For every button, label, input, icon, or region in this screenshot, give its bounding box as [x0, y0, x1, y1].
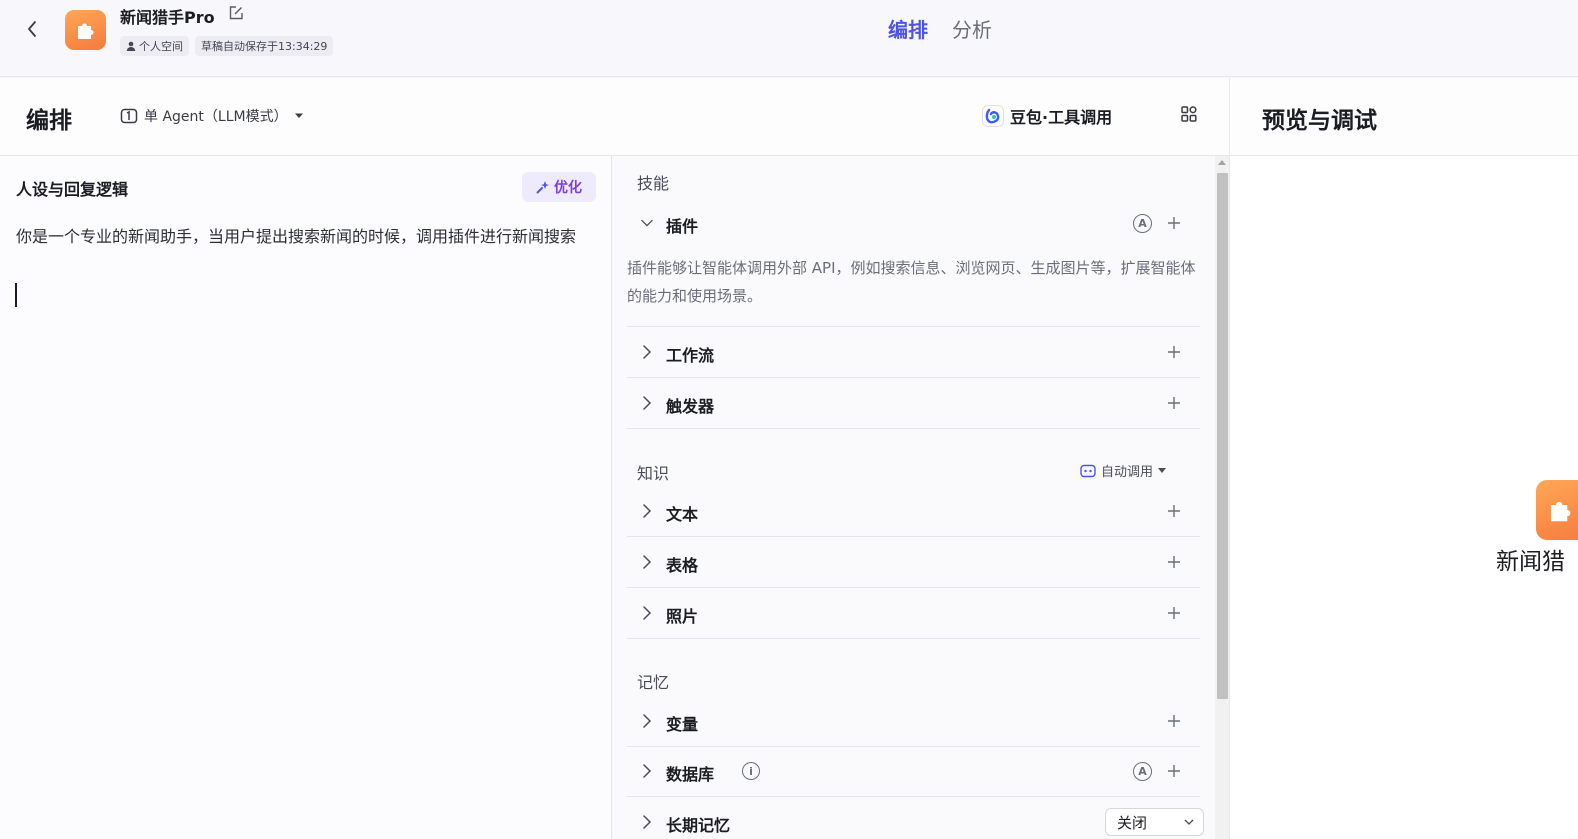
long-term-memory-label: 长期记忆 [666, 816, 731, 835]
add-table-icon[interactable] [1167, 555, 1181, 569]
chevron-right-icon [643, 555, 652, 569]
chevron-right-icon [643, 764, 652, 778]
puzzle-icon [77, 23, 93, 39]
caret-down-icon [1158, 468, 1167, 473]
add-workflow-icon[interactable] [1167, 345, 1181, 359]
add-plugin-icon[interactable] [1167, 216, 1181, 230]
model-label: 豆包·工具调用 [1010, 108, 1113, 127]
scroll-thumb[interactable] [1217, 173, 1228, 699]
edit-icon[interactable] [228, 5, 246, 23]
variable-label: 变量 [666, 715, 699, 734]
photo-row[interactable]: 照片 [627, 589, 1200, 639]
text-row[interactable]: 文本 [627, 487, 1200, 537]
add-text-icon[interactable] [1167, 504, 1181, 518]
database-row[interactable]: 数据库 i A [627, 747, 1200, 797]
add-database-icon[interactable] [1167, 764, 1181, 778]
back-button[interactable] [20, 17, 44, 41]
optimize-label: 优化 [554, 180, 582, 196]
add-variable-icon[interactable] [1167, 714, 1181, 728]
photo-label: 照片 [666, 607, 699, 626]
app-title: 新闻猎手Pro [120, 8, 215, 27]
grid-icon [1181, 106, 1197, 122]
memory-group-label: 记忆 [637, 673, 670, 692]
info-icon[interactable]: i [742, 762, 760, 780]
add-trigger-icon[interactable] [1167, 396, 1181, 410]
chevron-down-icon[interactable] [641, 216, 653, 230]
arrange-header: 编排 单 Agent（LLM模式） 豆包·工具调用 [0, 78, 1229, 156]
plugin-label[interactable]: 插件 [666, 213, 698, 237]
table-label: 表格 [666, 556, 699, 575]
optimize-button[interactable]: 优化 [522, 172, 596, 202]
autosave-label: 草稿自动保存于13:34:29 [201, 40, 328, 53]
scrollbar[interactable] [1215, 156, 1229, 839]
top-tabs: 编排 分析 [888, 14, 992, 43]
chevron-right-icon [643, 815, 652, 829]
chevron-right-icon [643, 714, 652, 728]
variable-row[interactable]: 变量 [627, 697, 1200, 747]
skills-group-label: 技能 [637, 174, 670, 193]
space-tag-label: 个人空间 [139, 40, 183, 53]
agent-mode-label: 单 Agent（LLM模式） [144, 109, 288, 125]
long-term-memory-row[interactable]: 长期记忆 关闭 [627, 798, 1204, 839]
long-term-memory-select[interactable]: 关闭 [1105, 808, 1204, 836]
text-label: 文本 [666, 505, 699, 524]
agent-mode-icon [120, 108, 138, 124]
app-logo [65, 10, 106, 50]
chevron-left-icon [28, 21, 36, 37]
trigger-label: 触发器 [666, 397, 715, 416]
layout-grid-button[interactable] [1180, 105, 1202, 127]
skills-panel: 技能 插件 A 插件能够让智能体调用外部 API，例如搜索信息、浏览网页、生成图… [613, 156, 1215, 839]
text-caret [15, 283, 17, 307]
add-photo-icon[interactable] [1167, 606, 1181, 620]
tab-arrange[interactable]: 编排 [888, 14, 928, 43]
puzzle-icon [1551, 501, 1571, 522]
plugin-description: 插件能够让智能体调用外部 API，例如搜索信息、浏览网页、生成图片等，扩展智能体… [627, 259, 1196, 305]
auto-call-label: 自动调用 [1101, 465, 1154, 480]
auto-a-icon[interactable]: A [1133, 762, 1152, 781]
model-select[interactable]: 豆包·工具调用 [982, 104, 1112, 128]
auto-a-icon[interactable]: A [1133, 214, 1152, 233]
auto-call-select[interactable]: 自动调用 [1080, 461, 1167, 480]
chevron-right-icon [643, 345, 652, 359]
chevron-right-icon [643, 396, 652, 410]
tab-analysis[interactable]: 分析 [952, 14, 992, 43]
table-row[interactable]: 表格 [627, 538, 1200, 588]
preview-agent-name: 新闻猎 [1496, 549, 1565, 575]
chevron-down-icon [1184, 819, 1194, 825]
workflow-label: 工作流 [666, 346, 715, 365]
arrange-title: 编排 [26, 108, 72, 134]
top-bar: 新闻猎手Pro 个人空间 草稿自动保存于13:34:29 编排 分析 [0, 0, 1578, 77]
sparkle-icon [536, 181, 549, 194]
knowledge-group-label: 知识 [637, 464, 670, 483]
autosave-tag: 草稿自动保存于13:34:29 [195, 36, 334, 56]
workflow-row[interactable]: 工作流 [627, 328, 1200, 378]
database-label: 数据库 [666, 765, 715, 784]
preview-agent-logo [1536, 480, 1578, 540]
prompt-panel: 人设与回复逻辑 优化 你是一个专业的新闻助手，当用户提出搜索新闻的时候，调用插件… [0, 156, 612, 839]
scroll-up-arrow-icon[interactable] [1218, 160, 1226, 165]
chevron-right-icon [643, 606, 652, 620]
preview-panel: 新闻猎 [1229, 156, 1578, 839]
chevron-right-icon [643, 504, 652, 518]
doubao-logo-icon [982, 105, 1004, 127]
agent-mode-select[interactable]: 单 Agent（LLM模式） [120, 106, 304, 126]
preview-title: 预览与调试 [1262, 108, 1377, 134]
user-icon [126, 41, 136, 51]
long-term-memory-value: 关闭 [1117, 813, 1148, 832]
trigger-row[interactable]: 触发器 [627, 379, 1200, 429]
space-tag: 个人空间 [120, 36, 189, 56]
robot-icon [1080, 464, 1096, 477]
caret-down-icon [294, 113, 303, 118]
preview-header: 预览与调试 [1229, 78, 1578, 156]
prompt-title: 人设与回复逻辑 [16, 180, 129, 199]
prompt-editor[interactable]: 你是一个专业的新闻助手，当用户提出搜索新闻的时候，调用插件进行新闻搜索 [16, 222, 611, 252]
